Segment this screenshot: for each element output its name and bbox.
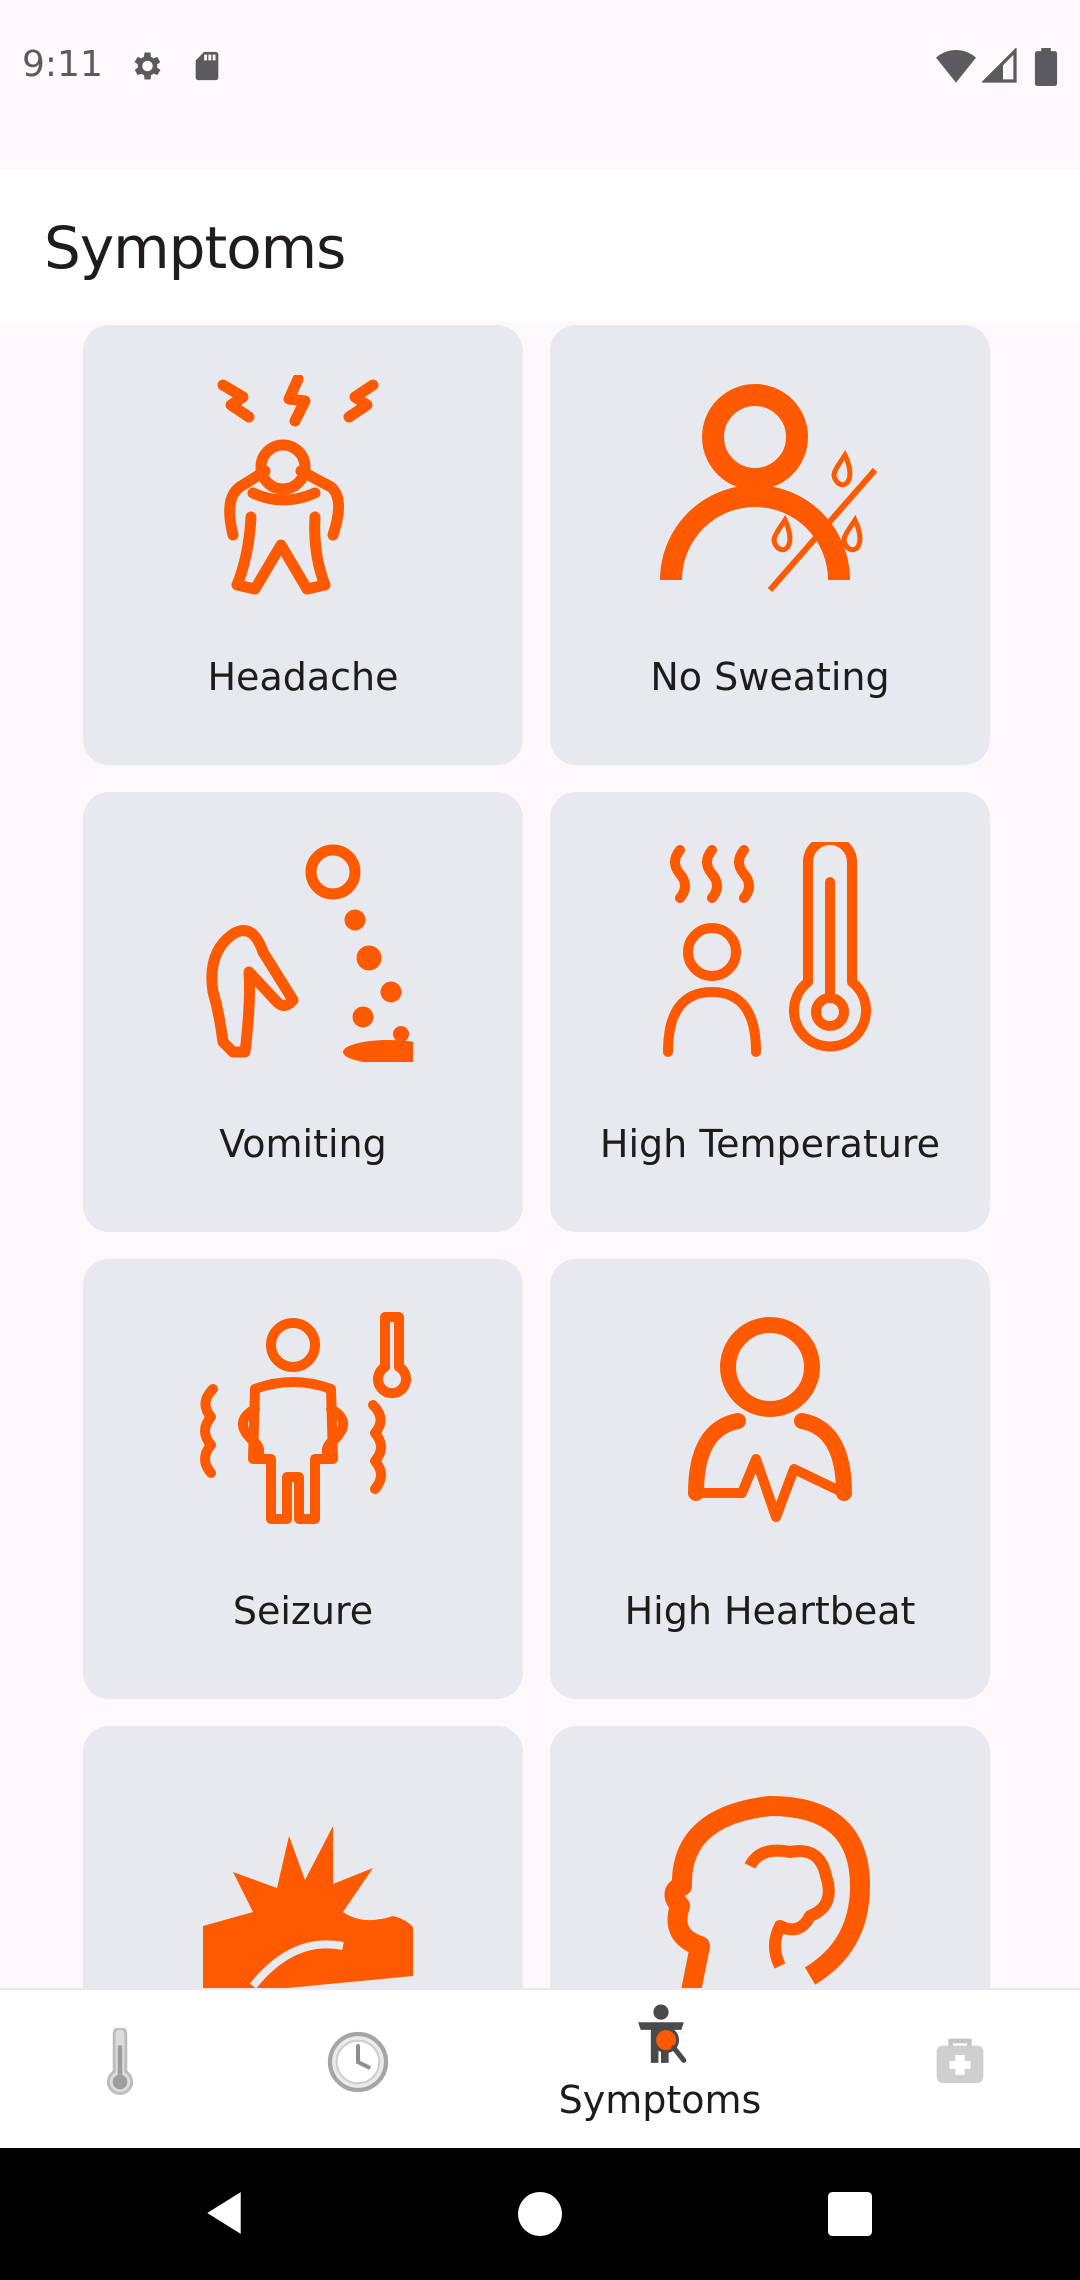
headache-icon bbox=[217, 375, 379, 595]
page-title: Symptoms bbox=[44, 214, 346, 282]
clock-icon bbox=[327, 2031, 389, 2093]
nav-item-first-aid[interactable] bbox=[840, 1990, 1080, 2150]
high-heartbeat-icon bbox=[688, 1317, 852, 1522]
vomiting-icon bbox=[206, 844, 413, 1062]
top-app-bar: Symptoms bbox=[0, 170, 1080, 322]
home-icon[interactable] bbox=[518, 2192, 562, 2236]
system-navigation-bar bbox=[0, 2148, 1080, 2280]
symptom-card-high-heartbeat[interactable]: High Heartbeat bbox=[550, 1259, 990, 1699]
signal-icon bbox=[982, 48, 1017, 83]
symptom-card-headache[interactable]: Headache bbox=[83, 325, 523, 765]
status-time: 9:11 bbox=[22, 44, 103, 85]
symptom-label: No Sweating bbox=[650, 655, 890, 699]
back-icon[interactable] bbox=[202, 2190, 246, 2236]
pain-burst-icon bbox=[203, 1826, 413, 1988]
nav-item-symptoms[interactable]: Symptoms bbox=[540, 1990, 780, 2150]
nav-label: Symptoms bbox=[558, 2078, 762, 2122]
symptom-label: Seizure bbox=[232, 1589, 374, 1633]
main-content[interactable]: Symptoms Headache No Sweating Vomiting H… bbox=[0, 170, 1080, 1988]
thermometer-icon bbox=[106, 2028, 134, 2095]
recents-icon[interactable] bbox=[828, 2192, 872, 2236]
bottom-navigation: Symptoms bbox=[0, 1988, 1080, 2150]
nav-item-history[interactable] bbox=[240, 1990, 480, 2150]
first-aid-icon bbox=[936, 2038, 984, 2083]
status-bar: 9:11 bbox=[0, 0, 1080, 170]
symptom-card-brain[interactable] bbox=[550, 1726, 990, 1988]
high-temperature-icon bbox=[663, 842, 871, 1057]
symptom-label: High Temperature bbox=[599, 1122, 941, 1166]
symptom-card-seizure[interactable]: Seizure bbox=[83, 1259, 523, 1699]
symptom-label: Headache bbox=[207, 655, 399, 699]
symptom-card-no-sweating[interactable]: No Sweating bbox=[550, 325, 990, 765]
gear-icon bbox=[134, 52, 161, 80]
symptom-card-vomiting[interactable]: Vomiting bbox=[83, 792, 523, 1232]
wifi-icon bbox=[936, 50, 976, 83]
nav-item-temperature[interactable] bbox=[0, 1990, 240, 2150]
brain-icon bbox=[664, 1796, 870, 1988]
symptoms-icon bbox=[638, 2004, 687, 2063]
symptom-card-high-temperature[interactable]: High Temperature bbox=[550, 792, 990, 1232]
symptom-label: Vomiting bbox=[219, 1122, 387, 1166]
symptom-label: High Heartbeat bbox=[624, 1589, 916, 1633]
no-sweating-icon bbox=[660, 384, 878, 592]
battery-icon bbox=[1034, 48, 1058, 86]
sd-card-icon bbox=[195, 51, 219, 81]
symptom-card-pain[interactable] bbox=[83, 1726, 523, 1988]
seizure-icon bbox=[200, 1312, 411, 1524]
